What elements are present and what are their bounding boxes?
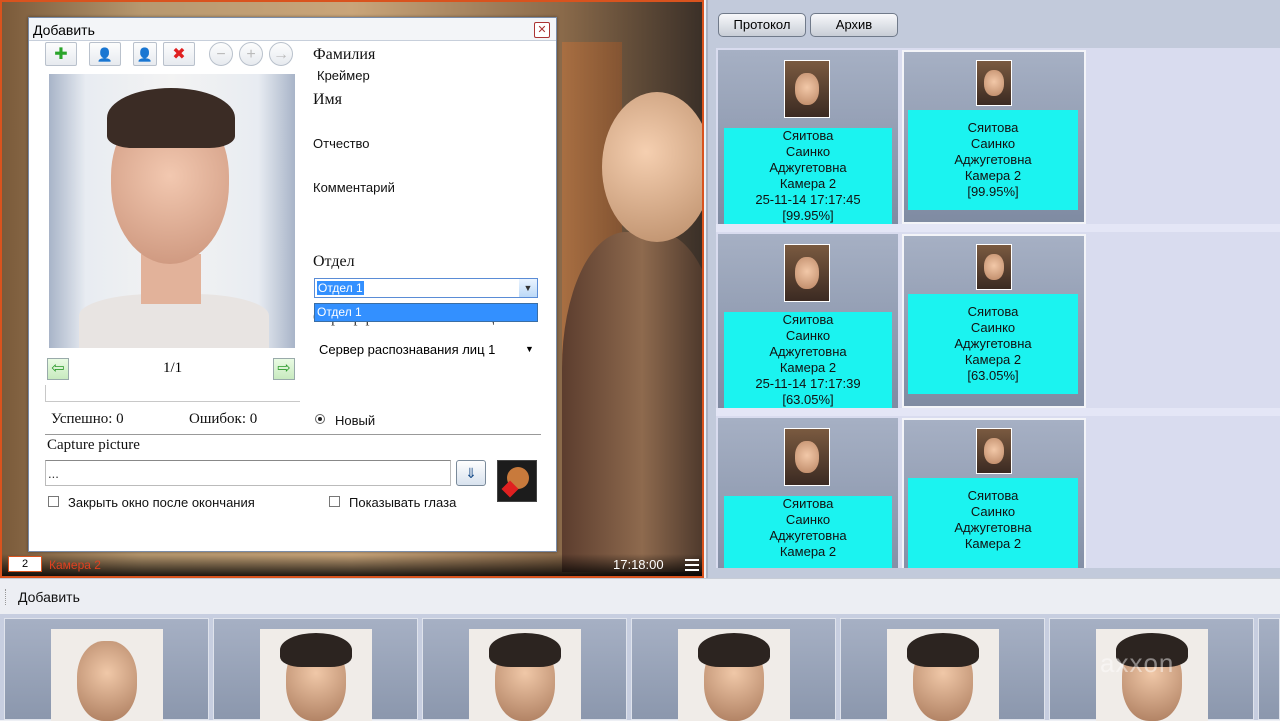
close-after-checkbox[interactable]: [48, 496, 59, 507]
person-silhouette: [562, 232, 702, 572]
divider: [45, 434, 541, 435]
face-strip-photo: [469, 629, 581, 721]
show-eyes-label: Показывать глаза: [349, 495, 457, 510]
detected-face-thumbnail: [784, 428, 830, 486]
new-radio-label: Новый: [335, 413, 376, 428]
patronymic-label: Отчество: [313, 136, 370, 151]
matched-face-card[interactable]: Сяитова Саинко Аджугетовна Камера 2 [99.…: [902, 50, 1086, 224]
matched-face-info: Сяитова Саинко Аджугетовна Камера 2 [99.…: [908, 110, 1078, 210]
face-strip-card[interactable]: [840, 618, 1045, 721]
server-select[interactable]: Сервер распознавания лиц 1: [319, 342, 495, 357]
chevron-down-icon[interactable]: ▼: [519, 279, 537, 297]
matched-face-info: Сяитова Саинко Аджугетовна Камера 2: [908, 478, 1078, 568]
face-strip-card[interactable]: [1258, 618, 1280, 720]
recognition-grid: Сяитова Саинко Аджугетовна Камера 2 25-1…: [716, 48, 1280, 568]
detected-face-thumbnail: [784, 244, 830, 302]
matched-face-card[interactable]: Сяитова Саинко Аджугетовна Камера 2: [902, 418, 1086, 568]
camera-name: Камера 2: [49, 558, 101, 572]
matched-face-info: Сяитова Саинко Аджугетовна Камера 2 [63.…: [908, 294, 1078, 394]
minus-button[interactable]: −: [209, 42, 233, 66]
arrow-right-icon: ⇨: [277, 360, 291, 377]
success-count: Успешно: 0: [51, 411, 124, 427]
dialog-title: Добавить: [33, 22, 95, 38]
matched-face-card[interactable]: Сяитова Саинко Аджугетовна Камера 2 [63.…: [902, 234, 1086, 408]
scroll-down-button[interactable]: ⇓: [456, 460, 486, 486]
protocol-panel: Протокол Архив Сяитова Саинко Аджугетовн…: [706, 0, 1280, 578]
archive-button[interactable]: Архив: [810, 13, 898, 37]
capture-label: Capture picture: [47, 437, 140, 453]
detected-face-info: Сяитова Саинко Аджугетовна Камера 2 25-1…: [724, 128, 892, 224]
arrow-left-icon: ⇦: [51, 360, 65, 377]
person-icon: 👤: [136, 47, 154, 62]
department-select-value: Отдел 1: [317, 281, 364, 295]
person-edit-button[interactable]: 👤: [133, 42, 157, 66]
face-strip-card[interactable]: [631, 618, 836, 721]
close-icon[interactable]: ✕: [534, 22, 550, 38]
detected-face-info: Сяитова Саинко Аджугетовна Камера 2: [724, 496, 892, 568]
prev-photo-button[interactable]: ⇦: [47, 358, 69, 380]
photo-scrollbar[interactable]: [45, 385, 300, 402]
face-capture-button[interactable]: [497, 460, 537, 502]
detected-face-info: Сяитова Саинко Аджугетовна Камера 2 25-1…: [724, 312, 892, 408]
face-strip-photo: [51, 629, 163, 721]
comment-label: Комментарий: [313, 180, 395, 195]
plus-icon: ✚: [54, 46, 68, 63]
matched-face-thumbnail: [976, 428, 1012, 474]
delete-icon: ✖: [172, 46, 186, 63]
forward-button[interactable]: →: [269, 42, 293, 66]
photo-page-number: 1/1: [163, 360, 183, 376]
matched-face-thumbnail: [976, 60, 1012, 106]
plus-icon: +: [246, 46, 256, 63]
add-dialog: Добавить ✕ ✚ 👤 👤 ✖ − + → ⇦ 1/1 ⇨ Фамилия…: [28, 17, 557, 552]
arrow-right-icon: →: [273, 46, 289, 63]
new-radio[interactable]: [315, 414, 325, 424]
error-count: Ошибок: 0: [189, 411, 258, 427]
detected-face-card[interactable]: Сяитова Саинко Аджугетовна Камера 2 25-1…: [718, 50, 898, 224]
protocol-button[interactable]: Протокол: [718, 13, 806, 37]
toolbar-grip[interactable]: [5, 589, 9, 605]
face-strip-card[interactable]: [213, 618, 418, 721]
recognition-row[interactable]: Сяитова Саинко Аджугетовна Камера 2 25-1…: [716, 48, 1280, 224]
person-photo: [49, 74, 295, 348]
minus-icon: −: [216, 46, 226, 63]
camera-number[interactable]: 2: [8, 556, 42, 572]
detected-face-thumbnail: [784, 60, 830, 118]
add-person-button[interactable]: 👤: [89, 42, 121, 66]
matched-face-thumbnail: [976, 244, 1012, 290]
face-strip-photo: [260, 629, 372, 721]
close-after-label: Закрыть окно после окончания: [68, 495, 255, 510]
next-photo-button[interactable]: ⇨: [273, 358, 295, 380]
detected-face-card[interactable]: Сяитова Саинко Аджугетовна Камера 2 25-1…: [718, 234, 898, 408]
recognition-row[interactable]: Сяитова Саинко Аджугетовна Камера 2 Сяит…: [716, 416, 1280, 568]
dialog-titlebar: Добавить ✕: [29, 18, 556, 41]
show-eyes-checkbox[interactable]: [329, 496, 340, 507]
camera-status-bar: 2 Камера 2 17:18:00: [2, 554, 702, 576]
capture-input[interactable]: ...: [45, 460, 451, 486]
department-select[interactable]: Отдел 1 ▼: [314, 278, 538, 298]
face-strip-photo: [678, 629, 790, 721]
name-label: Имя: [313, 91, 343, 108]
department-label: Отдел: [313, 253, 355, 270]
person-head: [602, 92, 702, 242]
face-strip-card[interactable]: [422, 618, 627, 721]
plus-button[interactable]: +: [239, 42, 263, 66]
chevron-down-icon[interactable]: ▼: [525, 344, 534, 354]
menu-icon[interactable]: [685, 559, 699, 571]
camera-time: 17:18:00: [613, 557, 664, 572]
surname-value[interactable]: Креймер: [317, 68, 370, 83]
bottom-toolbar: Добавить: [0, 578, 1280, 615]
surname-label: Фамилия: [313, 46, 376, 63]
face-strip-photo: [887, 629, 999, 721]
face-strip-card[interactable]: [4, 618, 209, 721]
department-dropdown-option[interactable]: Отдел 1: [314, 303, 538, 322]
face-strip: [0, 614, 1280, 721]
person-icon: 👤: [96, 47, 114, 62]
add-button[interactable]: ✚: [45, 42, 77, 66]
delete-button[interactable]: ✖: [163, 42, 195, 66]
recognition-row[interactable]: Сяитова Саинко Аджугетовна Камера 2 25-1…: [716, 232, 1280, 408]
detected-face-card[interactable]: Сяитова Саинко Аджугетовна Камера 2: [718, 418, 898, 568]
axxon-logo-watermark: axxon: [1100, 648, 1175, 678]
add-toolbar-button[interactable]: Добавить: [18, 589, 80, 605]
